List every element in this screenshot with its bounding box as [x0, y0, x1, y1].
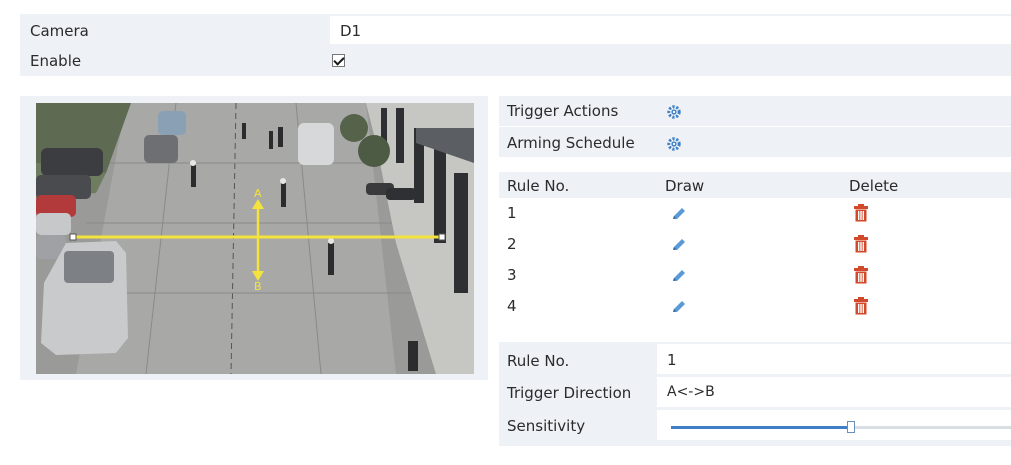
arming-schedule-row: Arming Schedule: [499, 127, 1011, 157]
rule-params-panel: Rule No. 1 Trigger Direction A<->B Sensi…: [499, 342, 1011, 446]
tripwire-handle-right: [438, 233, 446, 241]
video-panel: A B: [20, 96, 488, 380]
camera-row: Camera D1: [20, 16, 1011, 46]
col-rule-no: Rule No.: [507, 177, 570, 195]
camera-scene: A B: [36, 103, 474, 374]
sensitivity-slider[interactable]: [671, 421, 1011, 433]
draw-pencil-icon[interactable]: [671, 238, 687, 252]
camera-select[interactable]: D1: [330, 16, 1011, 44]
sensitivity-slider-thumb[interactable]: [847, 421, 856, 433]
camera-preview[interactable]: A B: [36, 103, 474, 374]
col-draw: Draw: [665, 177, 705, 195]
rule-row[interactable]: 3: [499, 261, 1011, 291]
rule-number: 2: [507, 235, 517, 253]
delete-trash-icon[interactable]: [854, 235, 868, 253]
trigger-actions-row: Trigger Actions: [499, 96, 1011, 126]
camera-label: Camera: [30, 22, 89, 40]
draw-pencil-icon[interactable]: [671, 207, 687, 221]
trigger-direction-row: Trigger Direction A<->B: [499, 377, 1011, 409]
enable-row: Enable: [20, 46, 1011, 76]
rule-number: 4: [507, 297, 517, 315]
rule-row[interactable]: 2: [499, 230, 1011, 260]
sensitivity-field: [657, 410, 1011, 440]
delete-trash-icon[interactable]: [854, 204, 868, 222]
arming-schedule-label: Arming Schedule: [507, 134, 635, 152]
arming-schedule-gear-icon[interactable]: [667, 137, 681, 151]
param-rule-no-field: 1: [657, 344, 1011, 374]
rule-row[interactable]: 4: [499, 292, 1011, 322]
param-rule-no-value: 1: [667, 351, 677, 369]
trigger-direction-select[interactable]: A<->B: [657, 377, 1011, 407]
param-rule-no-label: Rule No.: [507, 352, 570, 370]
rules-table-header: Rule No. Draw Delete: [499, 172, 1011, 198]
camera-config-panel: Camera D1 Enable: [20, 14, 1011, 76]
marker-b: B: [254, 280, 262, 293]
trigger-direction-label: Trigger Direction: [507, 384, 632, 402]
draw-pencil-icon[interactable]: [671, 300, 687, 314]
draw-pencil-icon[interactable]: [671, 269, 687, 283]
enable-label: Enable: [30, 52, 82, 70]
enable-checkbox[interactable]: [332, 54, 345, 67]
delete-trash-icon[interactable]: [854, 297, 868, 315]
marker-a: A: [254, 187, 262, 200]
trigger-direction-value: A<->B: [667, 384, 715, 400]
sensitivity-slider-fill: [671, 426, 852, 429]
rule-row[interactable]: 1: [499, 199, 1011, 229]
rule-number: 1: [507, 204, 517, 222]
trigger-actions-gear-icon[interactable]: [667, 105, 681, 119]
param-rule-no-row: Rule No. 1: [499, 344, 1011, 376]
sensitivity-label: Sensitivity: [507, 417, 586, 435]
rule-number: 3: [507, 266, 517, 284]
col-delete: Delete: [849, 177, 899, 195]
tripwire-handle-left: [69, 233, 77, 241]
trigger-actions-label: Trigger Actions: [507, 102, 619, 120]
delete-trash-icon[interactable]: [854, 266, 868, 284]
camera-value: D1: [340, 22, 362, 40]
